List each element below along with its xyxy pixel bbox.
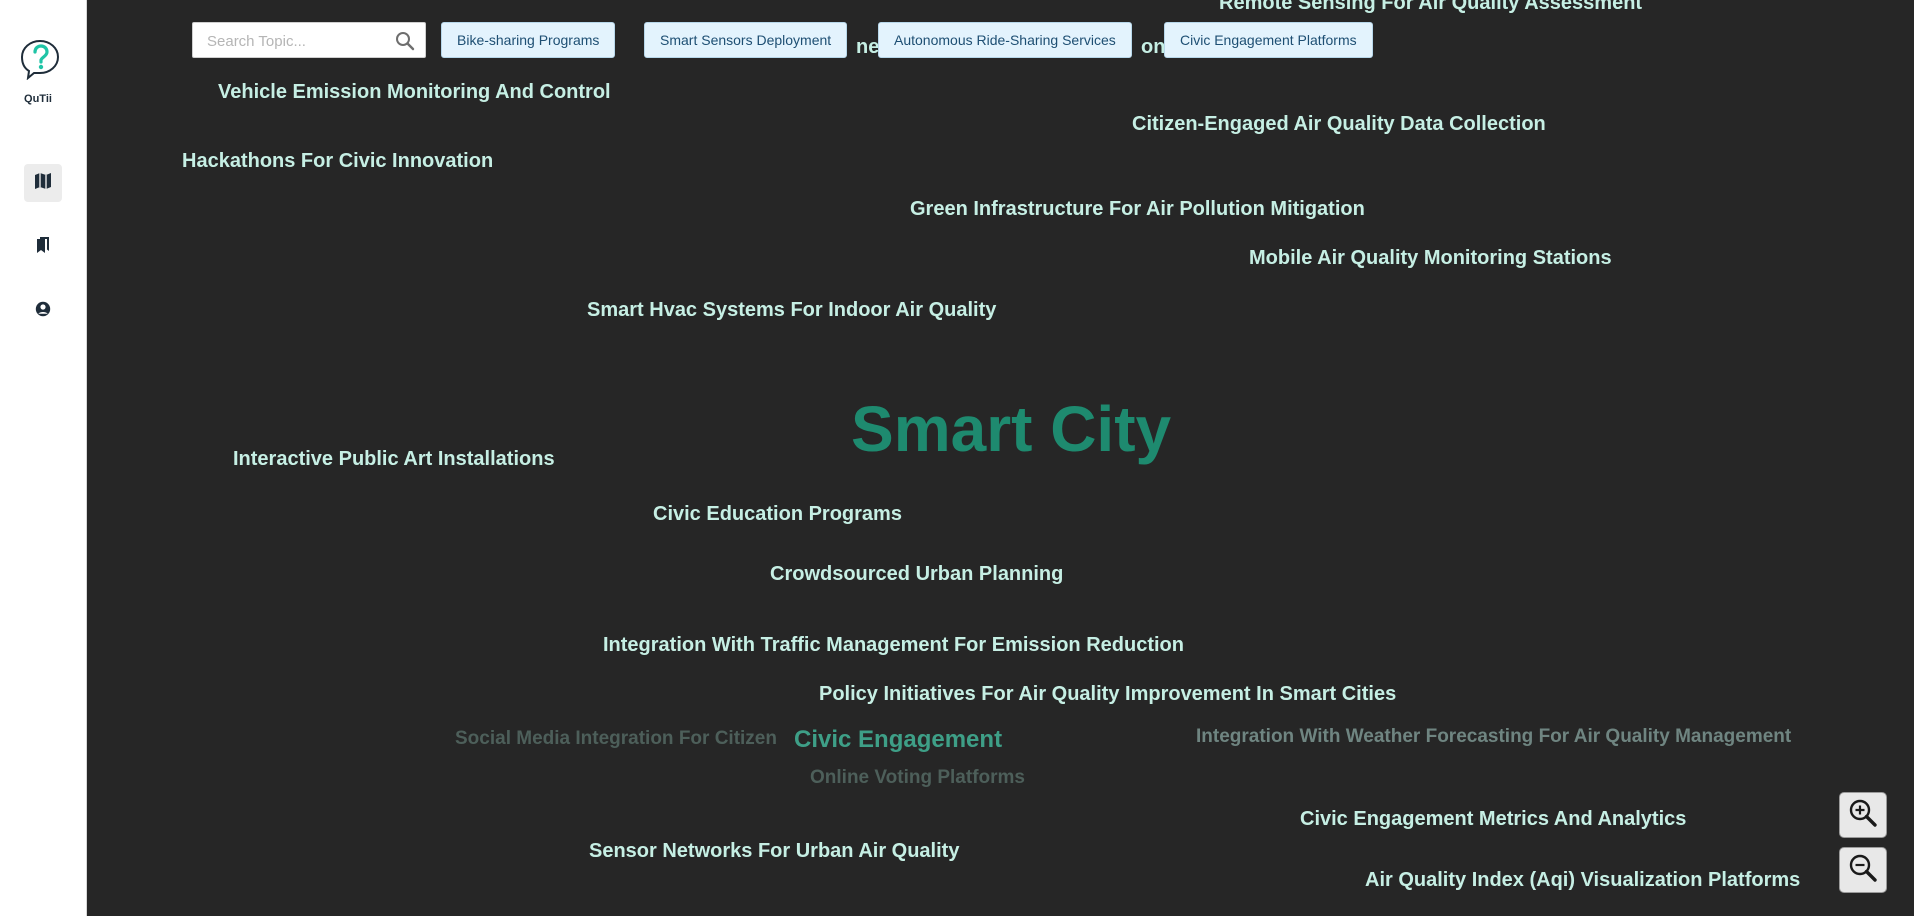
zoom-out-icon bbox=[1848, 853, 1878, 888]
zoom-out-button[interactable] bbox=[1839, 847, 1887, 893]
topic-sensor-networks[interactable]: Sensor Networks For Urban Air Quality bbox=[589, 840, 959, 863]
qutii-logo-icon[interactable] bbox=[19, 38, 61, 81]
topic-citizen-engaged-data[interactable]: Citizen-Engaged Air Quality Data Collect… bbox=[1132, 113, 1546, 136]
topic-crowdsourced-planning[interactable]: Crowdsourced Urban Planning bbox=[770, 563, 1063, 586]
topic-vehicle-emission[interactable]: Vehicle Emission Monitoring And Control bbox=[218, 81, 611, 104]
topic-remote-sensing[interactable]: Remote Sensing For Air Quality Assessmen… bbox=[1219, 0, 1642, 15]
filter-chip-bike-sharing[interactable]: Bike-sharing Programs bbox=[441, 22, 616, 58]
topic-civic-engagement[interactable]: Civic Engagement bbox=[794, 726, 1002, 754]
topic-online-voting[interactable]: Online Voting Platforms bbox=[810, 767, 1025, 789]
sidebar-item-map[interactable] bbox=[24, 164, 62, 202]
topic-hackathons[interactable]: Hackathons For Civic Innovation bbox=[182, 150, 493, 173]
sidebar: QuTii bbox=[0, 0, 87, 916]
topic-aqi-visualization[interactable]: Air Quality Index (Aqi) Visualization Pl… bbox=[1365, 869, 1800, 892]
filter-chip-civic-engagement-platforms[interactable]: Civic Engagement Platforms bbox=[1164, 22, 1373, 58]
sidebar-item-profile[interactable] bbox=[24, 292, 62, 330]
map-icon bbox=[34, 172, 52, 195]
topic-mobile-air-quality[interactable]: Mobile Air Quality Monitoring Stations bbox=[1249, 247, 1612, 270]
topic-green-infrastructure[interactable]: Green Infrastructure For Air Pollution M… bbox=[910, 198, 1365, 221]
bookmarks-icon bbox=[35, 236, 51, 259]
topic-public-art[interactable]: Interactive Public Art Installations bbox=[233, 448, 555, 471]
search-input[interactable] bbox=[205, 29, 389, 53]
zoom-in-icon bbox=[1848, 798, 1878, 833]
user-circle-icon bbox=[35, 301, 51, 322]
search-icon[interactable] bbox=[395, 31, 415, 56]
filter-chip-smart-sensors[interactable]: Smart Sensors Deployment bbox=[644, 22, 848, 58]
topic-smart-hvac[interactable]: Smart Hvac Systems For Indoor Air Qualit… bbox=[587, 299, 996, 322]
topic-social-media[interactable]: Social Media Integration For Citizen bbox=[455, 728, 777, 750]
app-name: QuTii bbox=[24, 93, 52, 105]
topic-traffic-integration[interactable]: Integration With Traffic Management For … bbox=[603, 634, 1184, 657]
zoom-in-button[interactable] bbox=[1839, 792, 1887, 838]
topic-partial-hidden-2[interactable]: on bbox=[1141, 36, 1165, 59]
topic-weather-forecasting[interactable]: Integration With Weather Forecasting For… bbox=[1196, 726, 1791, 748]
topic-smart-city-main[interactable]: Smart City bbox=[851, 392, 1171, 466]
search-box bbox=[192, 22, 426, 58]
topic-map-canvas[interactable]: Remote Sensing For Air Quality Assessmen… bbox=[86, 0, 1914, 916]
topic-engagement-metrics[interactable]: Civic Engagement Metrics And Analytics bbox=[1300, 808, 1686, 831]
sidebar-item-bookmarks[interactable] bbox=[24, 228, 62, 266]
topic-civic-education[interactable]: Civic Education Programs bbox=[653, 503, 902, 526]
filter-chip-autonomous-ride-sharing[interactable]: Autonomous Ride-Sharing Services bbox=[878, 22, 1132, 58]
topic-policy-initiatives[interactable]: Policy Initiatives For Air Quality Impro… bbox=[819, 683, 1396, 706]
